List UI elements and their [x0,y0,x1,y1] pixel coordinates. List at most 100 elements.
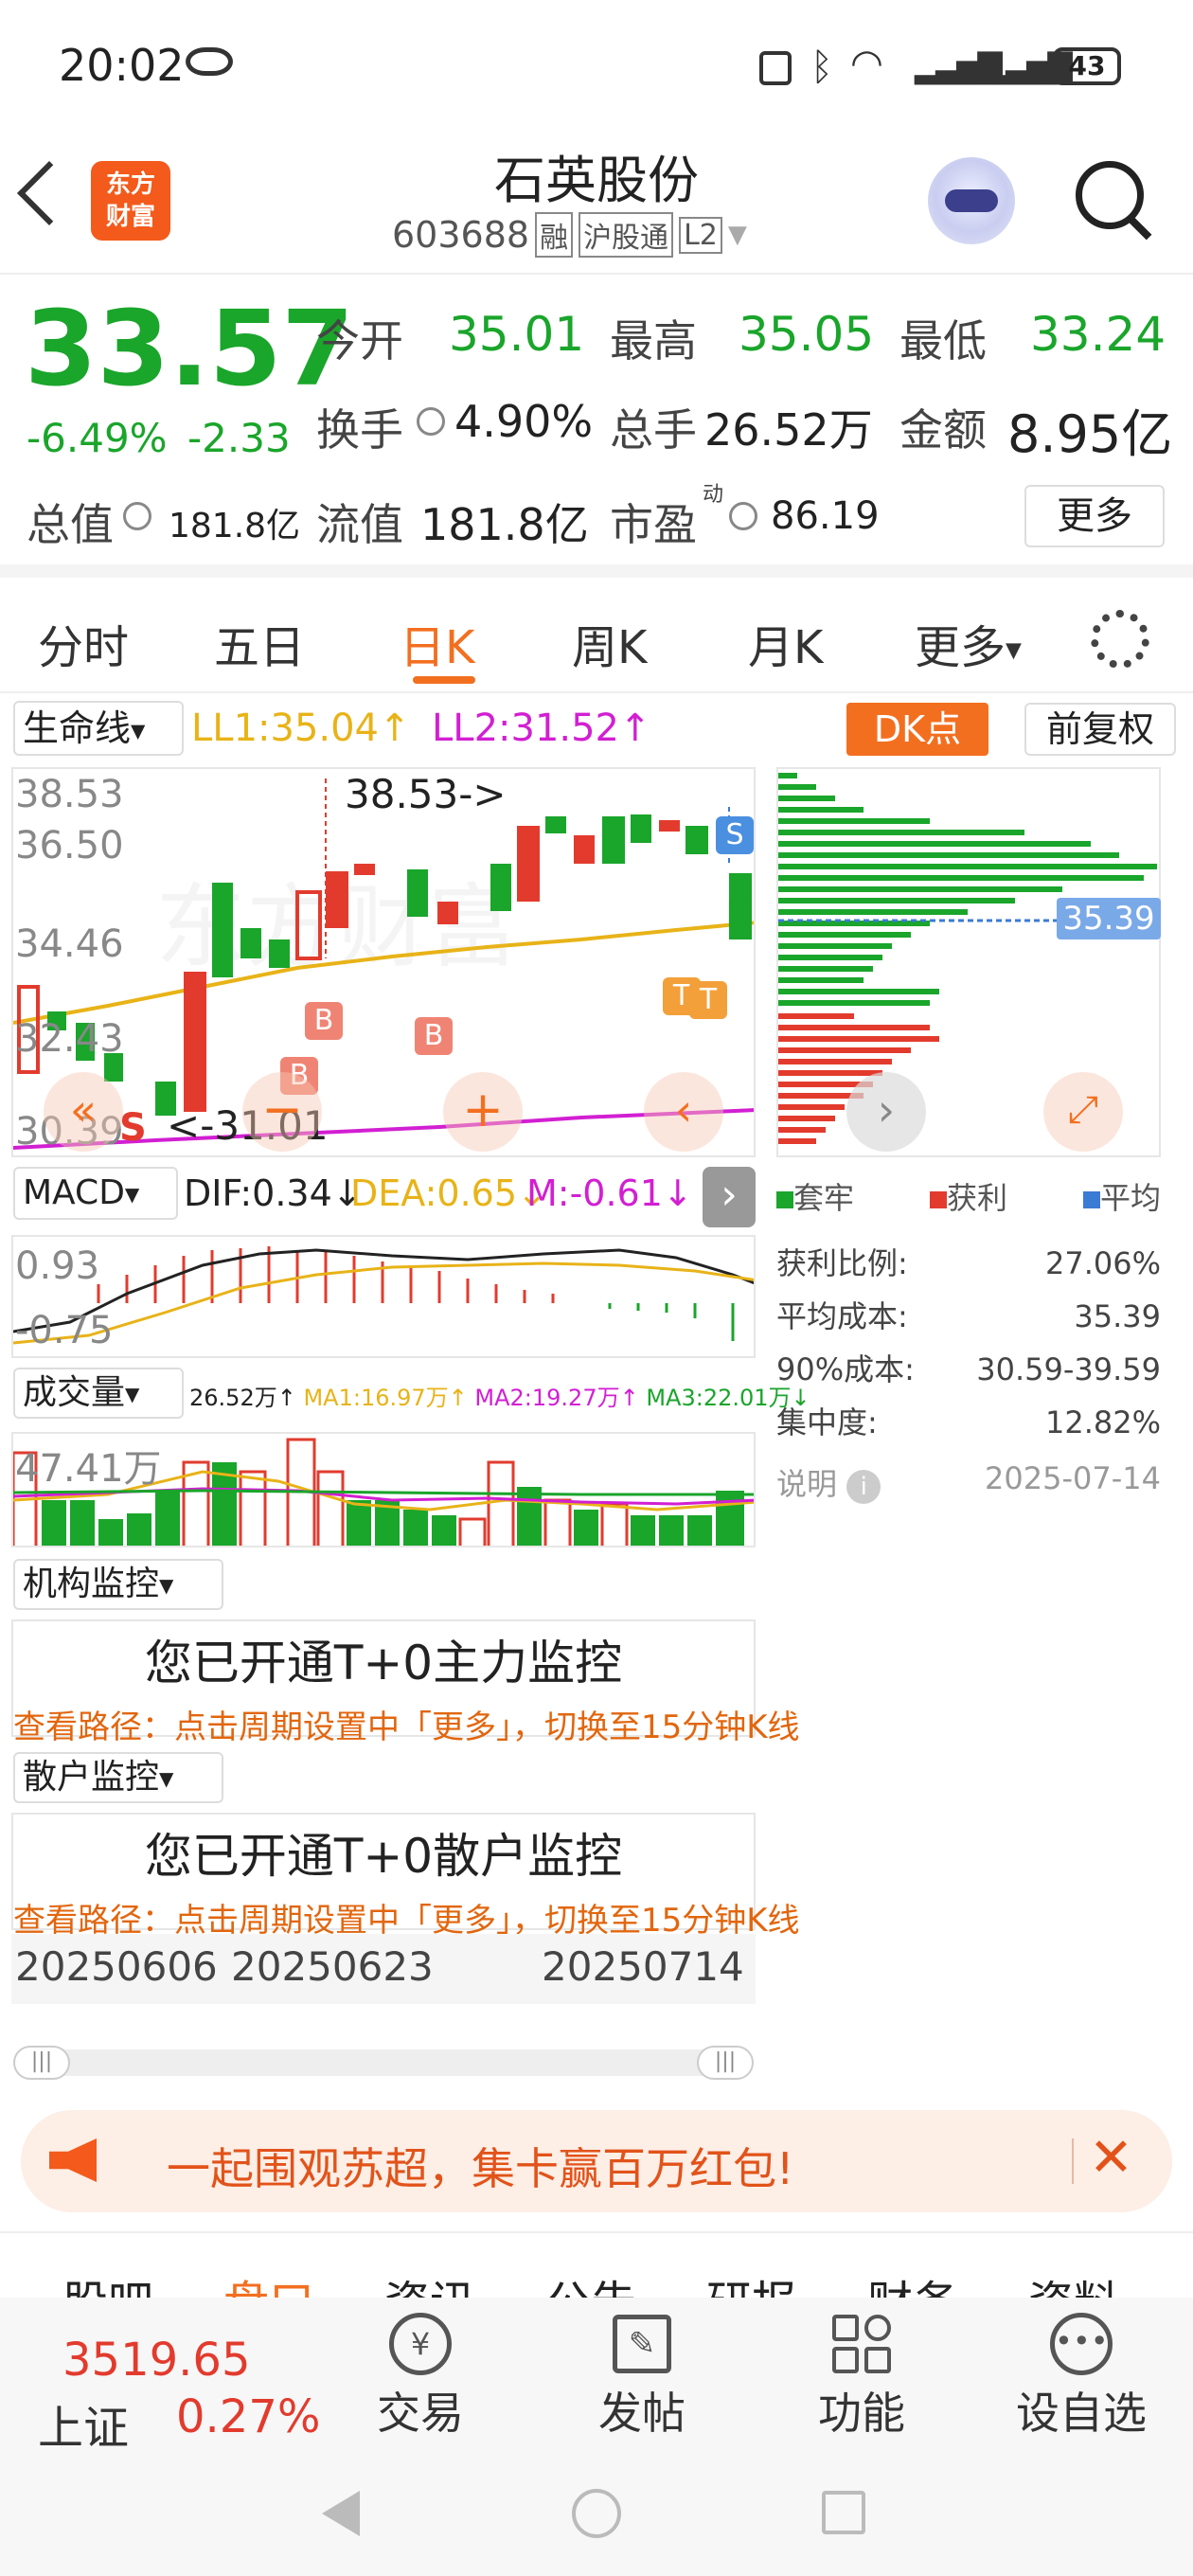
range-slider[interactable]: ||| ||| [13,2046,754,2080]
tab-daily-k[interactable]: 日K [400,610,474,676]
macd-svg [13,1246,754,1345]
add-watchlist-button[interactable]: ••• 设自选 [1006,2307,1157,2449]
candle [437,902,458,924]
function-button[interactable]: 功能 [807,2307,917,2449]
next-icon[interactable]: › [846,1072,926,1152]
chip-note[interactable]: 说明 i 2025-07-14 [776,1460,1161,1504]
tab-notice[interactable]: 公告 [545,2265,636,2298]
robot-avatar-icon[interactable] [928,157,1015,244]
nav-recent-icon[interactable] [822,2491,865,2534]
volume-label: 总手 [610,404,697,456]
s-marker: S [716,816,754,854]
candle [212,883,233,977]
zoom-in-icon[interactable]: + [443,1072,523,1152]
info-icon[interactable] [729,502,757,530]
adjust-button[interactable]: 前复权 [1024,703,1176,756]
post-label: 发帖 [598,2388,686,2439]
expand-icon[interactable]: ⤢ [1043,1072,1123,1152]
inst-monitor-path: 查看路径：点击周期设置中「更多」，切换至15分钟K线 [13,1708,800,1746]
tab-monthly-k[interactable]: 月K [748,610,823,676]
tab-finance[interactable]: 财务 [867,2265,958,2298]
tab-profile[interactable]: 资料 [1028,2265,1119,2298]
candle [407,869,428,917]
indicator-name: 生命线 [23,707,132,749]
info-icon: i [846,1470,881,1504]
low-value: 33.24 [1030,307,1166,362]
dea-value: DEA:0.65↓ [350,1172,547,1214]
nav-back-icon[interactable] [322,2491,360,2536]
note-date: 2025-07-14 [985,1460,1161,1496]
k-marker: K [725,894,751,938]
low-label: 最低 [899,315,987,367]
volume-y-top: 47.41万 [15,1447,162,1491]
inst-name: 机构监控 [23,1565,160,1603]
tab-weekly-k[interactable]: 周K [572,610,647,676]
change-amt: -2.33 [187,415,291,461]
inst-monitor-panel: 您已开通T+0主力监控 查看路径：点击周期设置中「更多」，切换至15分钟K线 [11,1619,800,1746]
candle [354,864,375,875]
dea-line [13,1261,754,1345]
active-tab-underline [413,676,475,684]
zoom-out-icon[interactable]: − [242,1072,322,1152]
tab-research[interactable]: 研报 [706,2265,797,2298]
close-icon[interactable]: ✕ [1089,2127,1133,2189]
badge-hk-connect: 沪股通 [579,212,674,258]
chip-value: 35.39 [1074,1298,1161,1334]
chevron-down-icon: ▼ [131,719,146,742]
chip-value: 27.06% [1044,1245,1161,1281]
note-label: 说明 [776,1466,838,1502]
retail-monitor-panel: 您已开通T+0散户监控 查看路径：点击周期设置中「更多」，切换至15分钟K线 [11,1813,800,1940]
promo-banner[interactable]: 一起围观苏超，集卡赢百万红包! ✕ [21,2110,1172,2212]
pe-label: 市盈 [610,499,697,550]
ll1-text: LL1:35.04 [191,707,380,750]
candle [545,816,566,833]
volume-selector[interactable]: 成交量▼ [13,1368,184,1419]
candle [184,972,206,1112]
arrow-up-icon: ↑ [619,707,651,750]
trade-button[interactable]: ¥ 交易 [365,2307,475,2449]
retail-monitor-title: 您已开通T+0散户监控 [144,1829,623,1884]
slider-handle-left[interactable]: ||| [13,2046,70,2080]
info-icon[interactable] [123,502,151,530]
retail-name: 散户监控 [23,1758,160,1797]
tab-more[interactable]: 更多▼ [915,610,1022,676]
index-name: 上证 [38,2402,130,2455]
turnover-label: 换手 [316,404,403,456]
indicator-selector[interactable]: 生命线▼ [13,701,184,756]
battery-icon: 43 [1053,47,1121,85]
collapse-arrow-icon[interactable]: › [703,1167,756,1227]
prev-icon[interactable]: ‹ [644,1072,723,1152]
info-icon[interactable] [417,407,445,436]
macd-panel [11,1235,756,1358]
badge-l2: L2 [679,216,722,254]
dif-value: DIF:0.34↓ [184,1172,363,1214]
post-button[interactable]: ✎ 发帖 [587,2307,697,2449]
more-dots-icon: ••• [1050,2313,1113,2375]
index-ticker[interactable]: 3519.65 上证 0.27% [38,2322,322,2455]
date-start: 20250606 [15,1943,218,1990]
tab-pankou[interactable]: 盘口 [223,2265,314,2298]
stock-code: 603688 [392,214,530,256]
tab-five-day[interactable]: 五日 [214,610,305,676]
dropdown-icon: ▼ [727,221,747,249]
chip-value: 12.82% [1044,1404,1161,1440]
macd-selector[interactable]: MACD▼ [13,1167,178,1220]
b-marker: B [415,1017,453,1055]
tab-minute[interactable]: 分时 [38,610,129,676]
tab-news[interactable]: 资讯 [384,2265,475,2298]
dk-point-button[interactable]: DK点 [846,703,988,756]
legend-swatch [929,1191,947,1208]
tab-guba[interactable]: 股吧 [62,2265,153,2298]
stock-code-row[interactable]: 603688 融 沪股通 L2 ▼ [392,212,747,258]
rewind-icon[interactable]: « [44,1072,123,1152]
banner-text: 一起围观苏超，集卡赢百万红包! [167,2143,794,2194]
inst-monitor-selector[interactable]: 机构监控▼ [13,1559,223,1610]
nav-home-icon[interactable] [572,2489,621,2538]
candle [602,816,625,864]
settings-gear-icon[interactable] [1091,610,1149,669]
retail-monitor-selector[interactable]: 散户监控▼ [13,1752,223,1803]
chip-row: 90%成本: 30.59-39.59 [776,1343,1161,1396]
content-tabs: 股吧 盘口 资讯 公告 研报 财务 资料 [0,2231,1193,2298]
slider-handle-right[interactable]: ||| [697,2046,754,2080]
more-button[interactable]: 更多 [1024,485,1165,547]
